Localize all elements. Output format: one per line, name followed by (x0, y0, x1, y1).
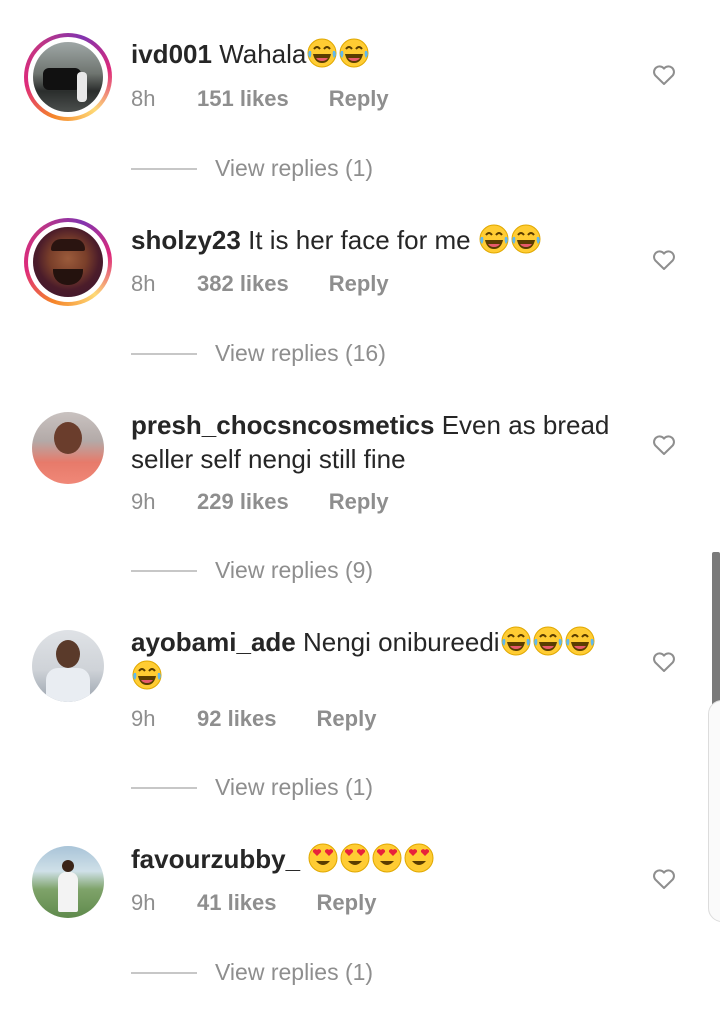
avatar[interactable] (24, 33, 112, 121)
comment-meta: 8h 382 likes Reply (131, 271, 389, 297)
reply-button[interactable]: Reply (317, 706, 377, 732)
avatar[interactable] (24, 838, 112, 926)
username[interactable]: ivd001 (131, 39, 212, 69)
avatar[interactable] (24, 218, 112, 306)
view-replies-label: View replies (9) (215, 557, 374, 583)
likes-count[interactable]: 229 likes (197, 489, 289, 515)
heart-eyes-emoji (371, 842, 403, 874)
username[interactable]: favourzubby_ (131, 844, 300, 874)
username[interactable]: sholzy23 (131, 225, 241, 255)
comment-meta: 8h 151 likes Reply (131, 86, 389, 112)
laughing-tears-emoji (478, 223, 510, 255)
comment-text: ayobami_ade Nengi onibureedi (131, 625, 631, 693)
heart-outline-icon[interactable] (652, 434, 676, 456)
likes-count[interactable]: 382 likes (197, 271, 289, 297)
divider-line (131, 167, 197, 170)
heart-eyes-emoji (339, 842, 371, 874)
view-replies-label: View replies (1) (215, 774, 374, 800)
timestamp: 9h (131, 489, 156, 514)
view-replies-label: View replies (1) (215, 155, 374, 181)
divider-line (131, 569, 197, 572)
laughing-tears-emoji (131, 659, 163, 691)
timestamp: 9h (131, 890, 156, 915)
comment-text: sholzy23 It is her face for me (131, 223, 631, 257)
comment-meta: 9h 92 likes Reply (131, 706, 376, 732)
laughing-tears-emoji (500, 625, 532, 657)
heart-outline-icon[interactable] (652, 868, 676, 890)
comment-text: favourzubby_ (131, 842, 631, 876)
avatar[interactable] (24, 622, 112, 710)
comment-meta: 9h 41 likes Reply (131, 890, 376, 916)
username[interactable]: ayobami_ade (131, 627, 296, 657)
reply-button[interactable]: Reply (317, 890, 377, 916)
heart-outline-icon[interactable] (652, 249, 676, 271)
view-replies-label: View replies (16) (215, 340, 386, 366)
view-replies-button[interactable]: View replies (1) (131, 774, 373, 801)
heart-outline-icon[interactable] (652, 651, 676, 673)
laughing-tears-emoji (564, 625, 596, 657)
view-replies-button[interactable]: View replies (1) (131, 155, 373, 182)
heart-eyes-emoji (403, 842, 435, 874)
laughing-tears-emoji (338, 37, 370, 69)
timestamp: 8h (131, 86, 156, 111)
timestamp: 9h (131, 706, 156, 731)
comment-text: ivd001 Wahala (131, 37, 631, 71)
likes-count[interactable]: 41 likes (197, 890, 277, 916)
divider-line (131, 971, 197, 974)
heart-eyes-emoji (307, 842, 339, 874)
comment-body: It is her face for me (248, 225, 471, 255)
view-replies-label: View replies (1) (215, 959, 374, 985)
view-replies-button[interactable]: View replies (9) (131, 557, 373, 584)
divider-line (131, 786, 197, 789)
avatar[interactable] (24, 404, 112, 492)
comment-body: Nengi onibureedi (302, 627, 500, 657)
view-replies-button[interactable]: View replies (16) (131, 340, 386, 367)
divider-line (131, 352, 197, 355)
comment-meta: 9h 229 likes Reply (131, 489, 389, 515)
laughing-tears-emoji (306, 37, 338, 69)
comment-text: presh_chocsncosmetics Even as bread sell… (131, 408, 631, 476)
laughing-tears-emoji (532, 625, 564, 657)
view-replies-button[interactable]: View replies (1) (131, 959, 373, 986)
reply-button[interactable]: Reply (329, 271, 389, 297)
likes-count[interactable]: 151 likes (197, 86, 289, 112)
likes-count[interactable]: 92 likes (197, 706, 277, 732)
laughing-tears-emoji (510, 223, 542, 255)
heart-outline-icon[interactable] (652, 64, 676, 86)
edge-panel-handle[interactable] (708, 700, 720, 922)
reply-button[interactable]: Reply (329, 489, 389, 515)
comment-body: Wahala (219, 39, 307, 69)
username[interactable]: presh_chocsncosmetics (131, 410, 434, 440)
timestamp: 8h (131, 271, 156, 296)
reply-button[interactable]: Reply (329, 86, 389, 112)
